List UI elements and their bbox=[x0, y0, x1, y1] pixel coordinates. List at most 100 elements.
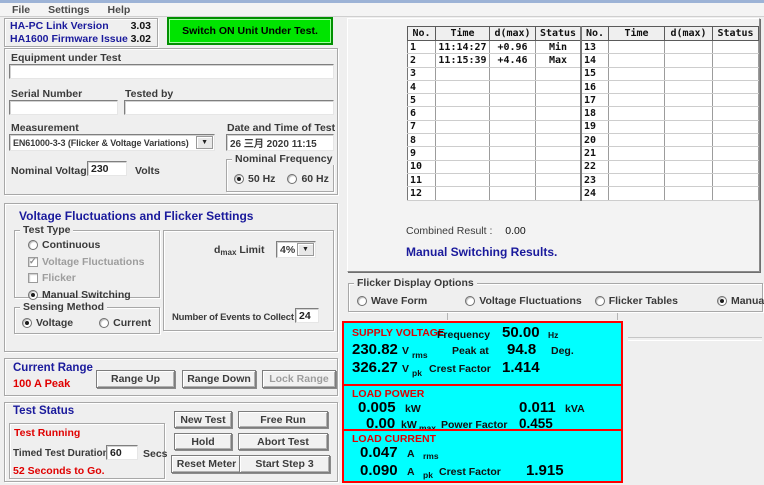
radio-option[interactable]: Continuous bbox=[28, 239, 144, 251]
equipment-input[interactable] bbox=[9, 64, 334, 79]
datetime-label: Date and Time of Test bbox=[227, 122, 335, 134]
datetime-field[interactable]: 26 三月 2020 11:15 bbox=[226, 134, 334, 151]
table-row[interactable]: 1022 bbox=[408, 160, 759, 173]
table-row[interactable]: 416 bbox=[408, 80, 759, 93]
switch-on-status-text: Switch ON Unit Under Test. bbox=[182, 25, 318, 37]
start-step-button[interactable]: Start Step 3 bbox=[239, 455, 330, 473]
table-header: Status bbox=[713, 27, 759, 41]
sensing-method-label: Sensing Method bbox=[20, 301, 107, 313]
frequency-label: Frequency bbox=[437, 329, 490, 341]
radio-option[interactable]: Manual Switching bbox=[717, 295, 764, 307]
table-cell: 18 bbox=[581, 107, 609, 120]
nominal-voltage-input[interactable] bbox=[87, 161, 127, 176]
dropdown-arrow-icon[interactable]: ▼ bbox=[196, 136, 213, 149]
events-input[interactable] bbox=[295, 308, 319, 323]
table-cell: +0.96 bbox=[490, 41, 536, 54]
range-up-button[interactable]: Range Up bbox=[96, 370, 175, 388]
table-row[interactable]: 820 bbox=[408, 134, 759, 147]
measurement-combo[interactable]: EN61000-3-3 (Flicker & Voltage Variation… bbox=[9, 134, 215, 151]
radio-option[interactable]: Flicker Tables bbox=[595, 295, 678, 307]
table-cell: 14 bbox=[581, 54, 609, 67]
free-run-button[interactable]: Free Run bbox=[238, 411, 328, 428]
supply-crest-value: 1.414 bbox=[502, 359, 540, 376]
test-status-title: Test Status bbox=[13, 405, 74, 417]
nominal-frequency-options: 50 Hz 60 Hz bbox=[234, 173, 329, 185]
table-cell bbox=[713, 187, 759, 200]
frame-tick bbox=[617, 313, 618, 320]
table-row[interactable]: 921 bbox=[408, 147, 759, 160]
duration-input[interactable] bbox=[106, 445, 138, 460]
nominal-voltage-label: Nominal Voltage bbox=[11, 165, 92, 177]
radio-option[interactable]: Voltage bbox=[22, 317, 73, 329]
table-row[interactable]: 719 bbox=[408, 120, 759, 133]
menu-help[interactable]: Help bbox=[99, 4, 140, 16]
table-row[interactable]: 517 bbox=[408, 94, 759, 107]
serial-number-input[interactable] bbox=[9, 100, 118, 115]
dropdown-arrow-icon[interactable]: ▼ bbox=[297, 243, 314, 256]
option-label: Flicker bbox=[42, 272, 76, 284]
tested-by-input[interactable] bbox=[124, 100, 334, 115]
table-row[interactable]: 1123 bbox=[408, 173, 759, 186]
dmax-limit-combo[interactable]: 4% ▼ bbox=[276, 241, 316, 258]
radio-icon bbox=[234, 174, 244, 184]
results-subtitle: Manual Switching Results. bbox=[406, 245, 557, 259]
table-cell: 9 bbox=[408, 147, 436, 160]
reset-meter-button[interactable]: Reset Meter bbox=[171, 455, 242, 473]
table-cell bbox=[713, 94, 759, 107]
current-range-value: 100 A Peak bbox=[13, 378, 70, 390]
menu-file[interactable]: File bbox=[3, 4, 39, 16]
table-header: Time bbox=[436, 27, 490, 41]
table-cell bbox=[665, 173, 713, 186]
table-cell: 24 bbox=[581, 187, 609, 200]
table-cell bbox=[609, 80, 665, 93]
countdown-text: 52 Seconds to Go. bbox=[13, 465, 105, 477]
table-cell: Max bbox=[536, 54, 582, 67]
dmax-events-group: dmax Limit 4% ▼ Number of Events to Coll… bbox=[163, 230, 334, 331]
radio-option[interactable]: Manual Switching bbox=[28, 289, 144, 301]
option-label: 50 Hz bbox=[248, 173, 275, 185]
table-cell bbox=[609, 187, 665, 200]
table-cell: 7 bbox=[408, 120, 436, 133]
table-cell: 11:15:39 bbox=[436, 54, 490, 67]
radio-option[interactable]: 60 Hz bbox=[287, 173, 328, 185]
table-cell: 8 bbox=[408, 134, 436, 147]
option-label: Voltage Fluctuations bbox=[479, 295, 581, 307]
table-cell: 15 bbox=[581, 67, 609, 80]
menu-settings[interactable]: Settings bbox=[39, 4, 98, 16]
peak-at-unit: Deg. bbox=[551, 345, 574, 357]
table-cell bbox=[609, 120, 665, 133]
table-header: No. bbox=[408, 27, 436, 41]
table-cell bbox=[490, 147, 536, 160]
table-cell bbox=[436, 80, 490, 93]
radio-option[interactable]: Voltage Fluctuations bbox=[465, 295, 581, 307]
table-cell bbox=[436, 67, 490, 80]
table-cell bbox=[665, 147, 713, 160]
tested-by-label: Tested by bbox=[125, 88, 173, 100]
radio-option[interactable]: Current bbox=[99, 317, 151, 329]
table-row[interactable]: 315 bbox=[408, 67, 759, 80]
version-panel: HA-PC Link Version 3.03 HA1600 Firmware … bbox=[4, 18, 158, 47]
current-range-title: Current Range bbox=[13, 362, 93, 374]
table-row[interactable]: 1224 bbox=[408, 187, 759, 200]
table-row[interactable]: 211:15:39+4.46Max14 bbox=[408, 54, 759, 67]
radio-option[interactable]: 50 Hz bbox=[234, 173, 275, 185]
pc-link-version-label: HA-PC Link Version bbox=[10, 20, 109, 32]
abort-test-button[interactable]: Abort Test bbox=[238, 433, 328, 450]
table-cell bbox=[490, 80, 536, 93]
table-cell bbox=[609, 147, 665, 160]
table-cell: 4 bbox=[408, 80, 436, 93]
table-cell: 13 bbox=[581, 41, 609, 54]
flicker-settings-panel: Voltage Fluctuations and Flicker Setting… bbox=[4, 203, 338, 352]
range-down-button[interactable]: Range Down bbox=[182, 370, 256, 388]
current-crest-value: 1.915 bbox=[526, 462, 564, 479]
volts-label: Volts bbox=[135, 165, 160, 177]
table-row[interactable]: 618 bbox=[408, 107, 759, 120]
serial-number-label: Serial Number bbox=[11, 88, 82, 100]
table-row[interactable]: 111:14:27+0.96Min13 bbox=[408, 41, 759, 54]
new-test-button[interactable]: New Test bbox=[174, 411, 232, 428]
table-cell bbox=[536, 147, 582, 160]
radio-option[interactable]: Wave Form bbox=[357, 295, 427, 307]
hold-button[interactable]: Hold bbox=[174, 433, 232, 450]
option-label: Voltage bbox=[36, 317, 73, 329]
peak-at-label: Peak at bbox=[452, 345, 489, 357]
